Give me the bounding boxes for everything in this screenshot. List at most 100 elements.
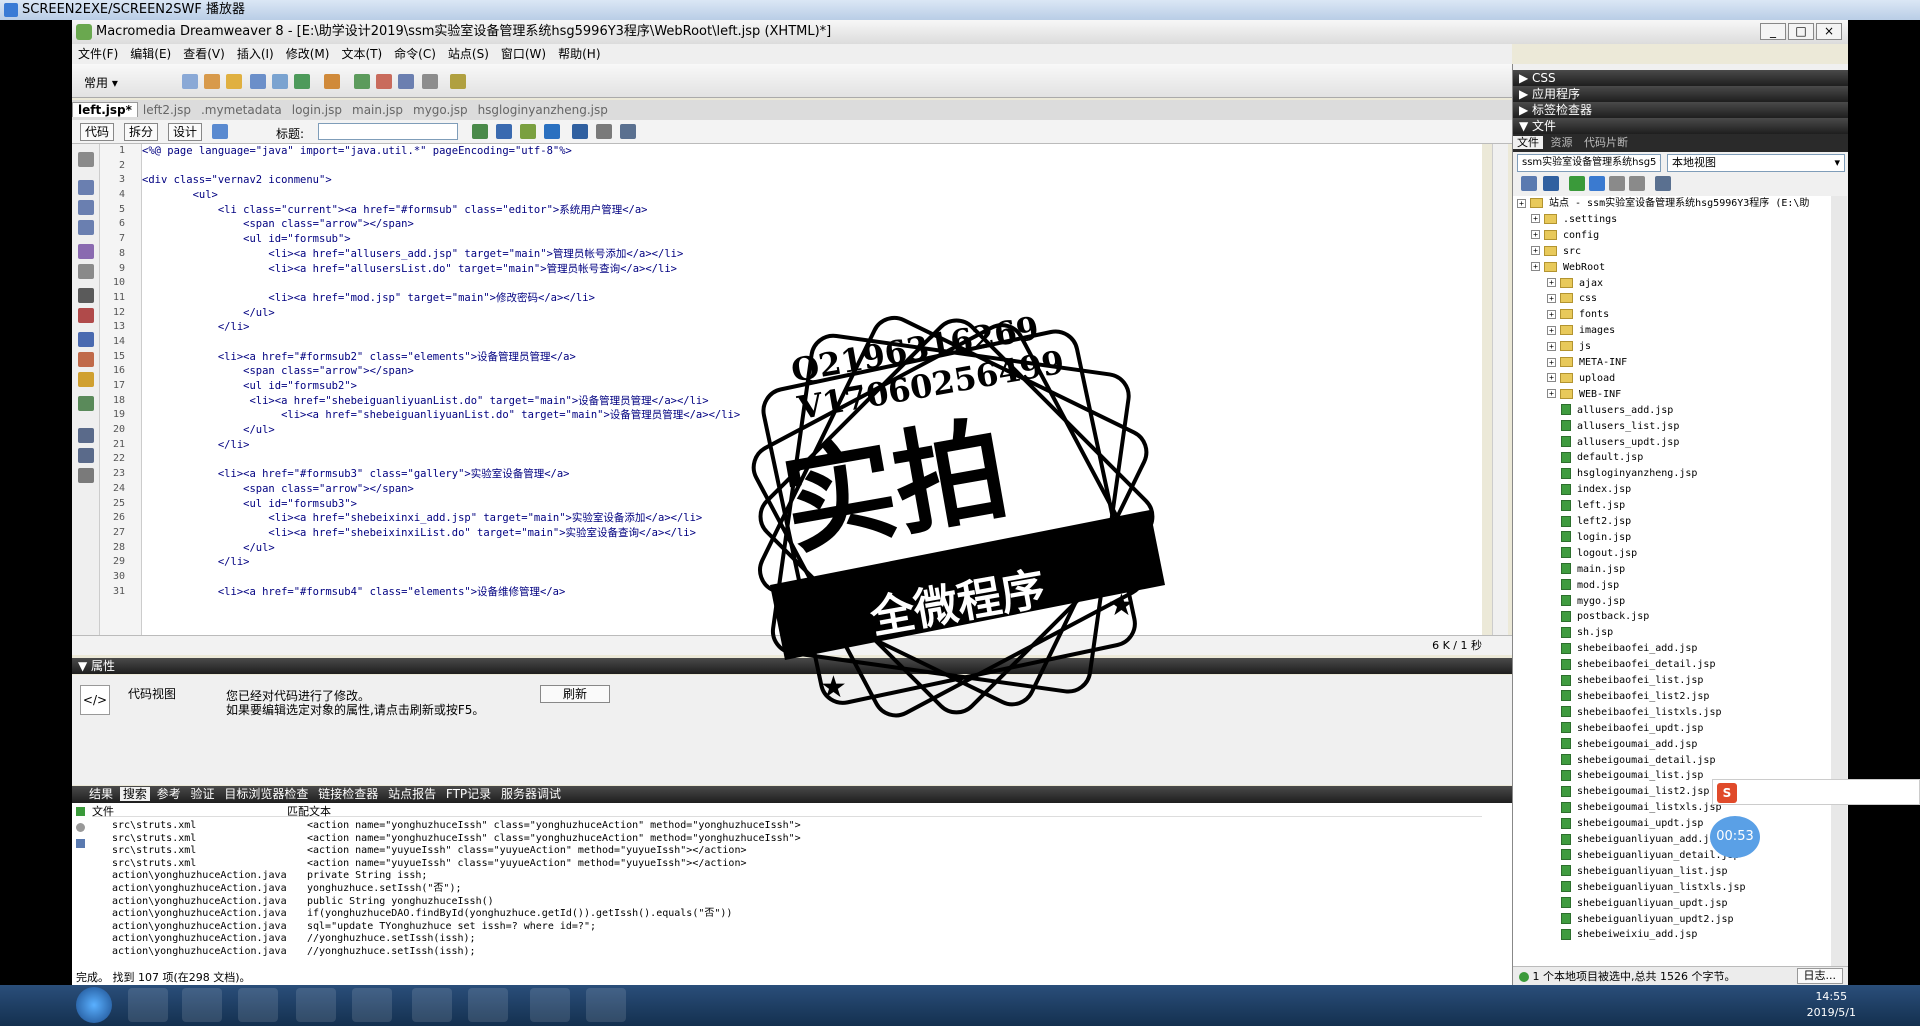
tab-site-reports[interactable]: 站点报告 <box>385 787 439 801</box>
tree-file[interactable]: shebeigoumai_list2.jsp <box>1561 784 1709 800</box>
expand-icon[interactable]: + <box>1531 246 1540 256</box>
tag-inspector-header[interactable]: ▶ 标签检查器 <box>1513 102 1848 118</box>
tab-ftp-log[interactable]: FTP记录 <box>443 787 494 801</box>
media-player-icon[interactable] <box>296 988 336 1022</box>
expand-icon[interactable]: + <box>1531 214 1540 224</box>
hyperlink-icon[interactable] <box>182 74 198 89</box>
media-icon[interactable] <box>324 74 340 89</box>
tree-file[interactable]: shebeiweixiu_add.jsp <box>1561 927 1697 943</box>
results-title[interactable]: 结果 <box>86 787 116 801</box>
explorer-icon[interactable] <box>238 988 278 1022</box>
tab-left-jsp[interactable]: left.jsp* <box>72 102 138 117</box>
tree-folder[interactable]: + src <box>1531 244 1581 260</box>
tree-folder[interactable]: + WebRoot <box>1531 260 1605 276</box>
select-parent-tag-icon[interactable] <box>78 244 94 259</box>
tree-file[interactable]: left2.jsp <box>1561 514 1631 530</box>
line-numbers-icon[interactable] <box>78 288 94 303</box>
get-files-icon[interactable] <box>1569 176 1585 191</box>
tree-file[interactable]: default.jsp <box>1561 450 1643 466</box>
format-source-icon[interactable] <box>78 468 94 483</box>
tree-file[interactable]: mygo.jsp <box>1561 594 1625 610</box>
collapse-selection-icon[interactable] <box>78 200 94 215</box>
result-row[interactable]: action\yonghuzhuceAction.java //yonghuzhu… <box>72 945 1492 960</box>
tree-folder[interactable]: + ajax <box>1547 276 1603 292</box>
template-icon[interactable] <box>422 74 438 89</box>
close-button[interactable]: × <box>1816 23 1842 40</box>
minimize-button[interactable]: _ <box>1760 23 1786 40</box>
tab-assets[interactable]: 资源 <box>1547 136 1577 149</box>
tree-file[interactable]: shebeigoumai_list.jsp <box>1561 768 1703 784</box>
tab-server-debug[interactable]: 服务器调试 <box>498 787 564 801</box>
tree-folder[interactable]: + config <box>1531 228 1599 244</box>
tree-scrollbar[interactable] <box>1831 196 1847 966</box>
taskbar-app2-icon[interactable] <box>586 988 626 1022</box>
tree-file[interactable]: index.jsp <box>1561 482 1631 498</box>
wrap-tag-icon[interactable] <box>78 372 94 387</box>
tree-file[interactable]: sh.jsp <box>1561 625 1613 641</box>
code-view-button[interactable]: 代码 <box>80 123 115 141</box>
tree-folder[interactable]: + WEB-INF <box>1547 387 1621 403</box>
tree-folder[interactable]: + js <box>1547 339 1591 355</box>
expand-icon[interactable]: + <box>1531 230 1540 240</box>
files-panel-header[interactable]: ▼ 文件 <box>1513 118 1848 134</box>
menu-edit[interactable]: 编辑(E) <box>124 47 177 61</box>
expand-all-icon[interactable] <box>78 220 94 235</box>
layer-icon[interactable] <box>272 74 288 89</box>
check-in-icon[interactable] <box>1629 176 1645 191</box>
chrome-icon[interactable] <box>352 988 392 1022</box>
system-tray-icons[interactable] <box>1480 998 1740 1012</box>
tab-link-checker[interactable]: 链接检查器 <box>315 787 381 801</box>
tree-file[interactable]: shebeibaofei_add.jsp <box>1561 641 1697 657</box>
tree-folder[interactable]: + upload <box>1547 371 1615 387</box>
expand-icon[interactable]: + <box>1547 278 1556 287</box>
outdent-icon[interactable] <box>78 448 94 463</box>
tree-file[interactable]: left.jsp <box>1561 498 1625 514</box>
refresh-button[interactable]: 刷新 <box>540 685 610 703</box>
menu-insert[interactable]: 插入(I) <box>231 47 280 61</box>
expand-icon[interactable]: + <box>1547 293 1556 303</box>
menu-commands[interactable]: 命令(C) <box>388 47 442 61</box>
tree-file[interactable]: allusers_add.jsp <box>1561 403 1673 419</box>
tree-file[interactable]: shebeibaofei_listxls.jsp <box>1561 705 1722 721</box>
code-line[interactable]: <%@ page language="java" import="java.ut… <box>142 144 1482 159</box>
split-view-button[interactable]: 拆分 <box>124 123 159 141</box>
menu-window[interactable]: 窗口(W) <box>495 47 552 61</box>
menu-site[interactable]: 站点(S) <box>442 47 495 61</box>
maximize-button[interactable]: □ <box>1788 23 1814 40</box>
indent-icon[interactable] <box>78 428 94 443</box>
tab-login-jsp[interactable]: login.jsp <box>287 103 347 117</box>
system-clock[interactable]: 14:55 2019/5/1 <box>1807 989 1856 1021</box>
image-icon[interactable] <box>294 74 310 89</box>
dreamweaver-task-icon[interactable] <box>468 988 508 1022</box>
application-panel-header[interactable]: ▶ 应用程序 <box>1513 86 1848 102</box>
design-view-button[interactable]: 设计 <box>168 123 203 141</box>
menu-help[interactable]: 帮助(H) <box>552 47 606 61</box>
code-line[interactable]: <li><a href="allusersList.do" target="ma… <box>142 262 1482 277</box>
refresh-files-icon[interactable] <box>1543 176 1559 191</box>
check-out-icon[interactable] <box>1609 176 1625 191</box>
expand-panel-icon[interactable] <box>1655 176 1671 191</box>
tree-file[interactable]: hsgloginyanzheng.jsp <box>1561 466 1697 482</box>
tab-target-browser-check[interactable]: 目标浏览器检查 <box>221 787 311 801</box>
view-select[interactable]: 本地视图 ▾ <box>1667 154 1845 172</box>
code-scrollbar[interactable] <box>1492 144 1508 635</box>
expand-icon[interactable]: + <box>1547 341 1556 351</box>
menu-file[interactable]: 文件(F) <box>72 47 124 61</box>
tree-file[interactable]: logout.jsp <box>1561 546 1637 562</box>
tree-file[interactable]: shebeiguanliyuan_updt2.jsp <box>1561 912 1734 928</box>
start-button[interactable] <box>76 987 112 1023</box>
menu-text[interactable]: 文本(T) <box>335 47 388 61</box>
tree-file[interactable]: shebeiguanliyuan_detail.jsp <box>1561 848 1740 864</box>
tree-file[interactable]: shebeiguanliyuan_listxls.jsp <box>1561 880 1746 896</box>
tab-left2-jsp[interactable]: left2.jsp <box>138 103 196 117</box>
code-line[interactable]: <ul> <box>142 188 1482 203</box>
tab-validation[interactable]: 验证 <box>188 787 218 801</box>
log-button[interactable]: 日志... <box>1796 968 1843 984</box>
visual-aids-icon[interactable] <box>620 124 636 139</box>
taskbar-green-icon[interactable] <box>412 988 452 1022</box>
expand-icon[interactable]: + <box>1547 357 1556 367</box>
menu-view[interactable]: 查看(V) <box>177 47 231 61</box>
css-panel-header[interactable]: ▶ CSS <box>1513 70 1848 86</box>
tree-file[interactable]: mod.jsp <box>1561 578 1619 594</box>
remove-comment-icon[interactable] <box>78 352 94 367</box>
